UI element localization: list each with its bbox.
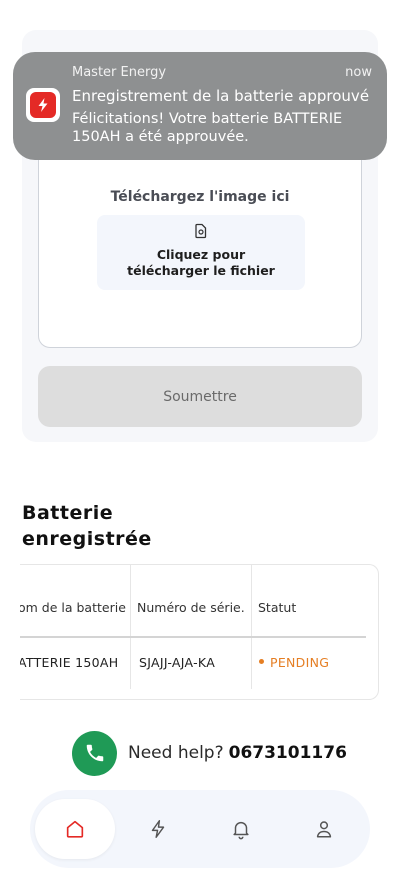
status-dot bbox=[259, 659, 264, 664]
status-text: PENDING bbox=[270, 655, 330, 670]
column-header-status: Statut bbox=[258, 600, 297, 615]
user-icon bbox=[316, 821, 332, 838]
lightning-icon bbox=[151, 820, 165, 838]
section-title-line2: enregistrée bbox=[22, 528, 152, 550]
file-upload-icon bbox=[195, 223, 207, 239]
bell-icon bbox=[233, 821, 249, 840]
upload-button-line2: télécharger le fichier bbox=[127, 263, 275, 278]
nav-home[interactable] bbox=[35, 799, 115, 859]
upload-button-line1: Cliquez pour bbox=[156, 247, 246, 262]
app-logo-icon bbox=[26, 88, 60, 122]
cell-battery-name: ATTERIE 150AH bbox=[20, 655, 119, 670]
nav-energy[interactable] bbox=[118, 799, 198, 859]
notification-app-name: Master Energy bbox=[72, 65, 167, 80]
column-divider bbox=[130, 565, 131, 689]
notification-body: Félicitations! Votre batterie BATTERIE 1… bbox=[72, 111, 343, 145]
nav-profile[interactable] bbox=[284, 799, 364, 859]
upload-file-button[interactable]: Cliquez pour télécharger le fichier bbox=[97, 215, 305, 290]
upload-label: Téléchargez l'image ici bbox=[110, 189, 290, 205]
column-header-name: om de la batterie bbox=[20, 600, 126, 615]
cell-serial-number: SJAJJ-AJA-KA bbox=[139, 655, 216, 670]
battery-table[interactable]: om de la batterie Numéro de série. Statu… bbox=[20, 564, 379, 700]
bottom-navigation bbox=[30, 790, 370, 868]
phone-button[interactable] bbox=[72, 730, 117, 776]
phone-icon bbox=[86, 744, 103, 762]
section-title-line1: Batterie bbox=[22, 502, 114, 524]
status-badge: PENDING bbox=[259, 655, 329, 670]
registered-battery-title: Batterie enregistrée bbox=[22, 500, 152, 552]
notification-title: Enregistrement de la batterie approuvé bbox=[72, 87, 370, 105]
notification-time: now bbox=[345, 65, 372, 80]
header-divider bbox=[20, 636, 366, 638]
column-header-serial: Numéro de série. bbox=[137, 600, 245, 615]
help-contact[interactable]: Need help? 0673101176 bbox=[72, 730, 347, 776]
column-divider bbox=[251, 565, 252, 689]
upload-dropzone: Téléchargez l'image ici Cliquez pour tél… bbox=[38, 150, 362, 348]
home-icon bbox=[66, 820, 84, 838]
submit-button[interactable]: Soumettre bbox=[38, 366, 362, 427]
help-label: Need help? bbox=[128, 743, 224, 763]
lightning-logo-icon bbox=[38, 98, 48, 112]
nav-notifications[interactable] bbox=[201, 799, 281, 859]
push-notification[interactable]: Master Energy now Enregistrement de la b… bbox=[13, 52, 387, 160]
help-phone-number[interactable]: 0673101176 bbox=[229, 743, 347, 763]
